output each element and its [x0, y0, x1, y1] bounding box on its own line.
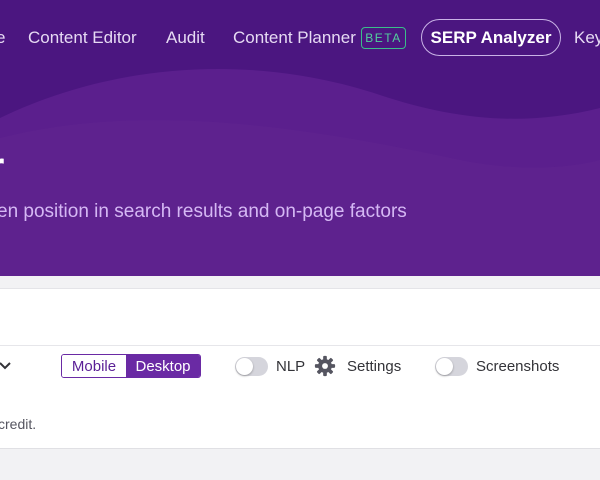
nav-item-content-planner[interactable]: Content Planner: [233, 28, 356, 48]
screenshots-toggle[interactable]: [435, 357, 468, 376]
nlp-toggle-knob: [236, 358, 253, 375]
hero-banner: e Content Editor Audit Content Planner B…: [0, 0, 600, 276]
nav-item-audit[interactable]: Audit: [166, 28, 205, 48]
nav-item-keyword-partial[interactable]: Key: [574, 28, 600, 48]
top-navigation: e Content Editor Audit Content Planner B…: [0, 0, 600, 76]
device-toggle: Mobile Desktop: [61, 354, 201, 378]
page-title: r: [0, 143, 4, 191]
page-subtitle: en position in search results and on-pag…: [0, 201, 407, 222]
nav-item-content-editor[interactable]: Content Editor: [28, 28, 137, 48]
nlp-label: NLP: [276, 358, 306, 375]
chevron-down-icon[interactable]: [0, 361, 12, 371]
nav-item-partial[interactable]: e: [0, 28, 5, 48]
settings-label[interactable]: Settings: [347, 358, 401, 375]
beta-badge: BETA: [361, 27, 406, 49]
device-option-mobile[interactable]: Mobile: [62, 355, 126, 377]
nav-item-serp-analyzer[interactable]: SERP Analyzer: [421, 19, 561, 56]
device-option-desktop[interactable]: Desktop: [126, 355, 200, 377]
screenshots-toggle-knob: [436, 358, 453, 375]
credit-note: credit.: [0, 416, 37, 432]
panel-divider: [0, 345, 600, 346]
gear-icon[interactable]: [314, 355, 336, 377]
screenshots-label: Screenshots: [476, 358, 560, 375]
keyword-input[interactable]: [0, 289, 600, 345]
nlp-toggle[interactable]: [235, 357, 268, 376]
